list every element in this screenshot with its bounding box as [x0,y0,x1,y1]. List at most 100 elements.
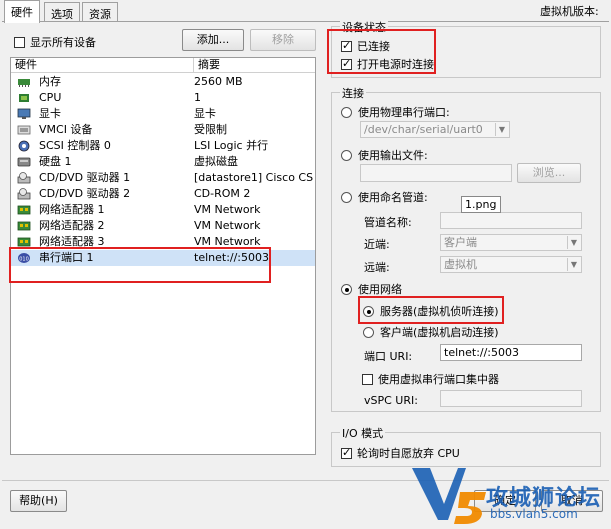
tab-resources[interactable]: 资源 [82,2,118,22]
vspc-uri-input[interactable] [440,390,582,407]
hardware-summary: 显卡 [194,107,216,120]
radio-circle[interactable] [341,150,352,161]
hardware-name: 网络适配器 2 [39,219,105,232]
nic-icon [17,220,31,232]
show-all-devices-label: 显示所有设备 [30,36,96,49]
pipe-name-label: 管道名称: [364,216,412,229]
hardware-name: SCSI 控制器 0 [39,139,111,152]
table-row[interactable]: 显卡 显卡 [11,106,315,122]
hardware-summary: 2560 MB [194,75,243,88]
hardware-summary: VM Network [194,219,261,232]
client-radio[interactable]: 客户端(虚拟机启动连接) [363,324,499,340]
pipe-name-input[interactable] [440,212,582,229]
hardware-name: CD/DVD 驱动器 1 [39,171,131,184]
radio-circle[interactable] [363,327,374,338]
chevron-down-icon[interactable]: ▼ [495,123,508,136]
hardware-name: 内存 [39,75,61,88]
remove-button[interactable]: 移除 [250,29,316,51]
cdrom-icon [17,188,31,200]
tooltip-1png: 1.png [461,196,501,213]
hardware-name: 显卡 [39,107,61,120]
far-end-value: 虚拟机 [444,258,477,271]
annotation-box-server [358,296,504,324]
output-file-input[interactable] [360,164,512,182]
cdrom-icon [17,172,31,184]
table-row[interactable]: CD/DVD 驱动器 1 [datastore1] Cisco CSR... [11,170,315,186]
disk-icon [17,156,31,168]
show-all-devices-checkbox[interactable]: 显示所有设备 [14,34,96,50]
hardware-name: 硬盘 1 [39,155,72,168]
tab-hardware[interactable]: 硬件 [4,0,40,23]
physical-port-value: /dev/char/serial/uart0 [364,123,483,136]
use-concentrator-checkbox[interactable]: 使用虚拟串行端口集中器 [362,371,499,387]
browse-button[interactable]: 浏览... [517,163,581,183]
network-radio[interactable]: 使用网络 [341,281,402,297]
hardware-summary: [datastore1] Cisco CSR... [194,171,314,184]
radio-circle[interactable] [341,107,352,118]
use-concentrator-label: 使用虚拟串行端口集中器 [378,373,499,386]
nic-icon [17,204,31,216]
hardware-summary: VM Network [194,203,261,216]
near-end-select[interactable]: 客户端 ▼ [440,234,582,251]
help-button[interactable]: 帮助(H) [10,490,67,512]
table-row[interactable]: SCSI 控制器 0 LSI Logic 并行 [11,138,315,154]
hardware-summary: 受限制 [194,123,227,136]
hardware-summary: 虚拟磁盘 [194,155,238,168]
near-end-label: 近端: [364,238,390,251]
display-icon [17,108,31,120]
output-file-label: 使用输出文件: [358,149,428,162]
yield-cpu-checkbox[interactable]: 轮询时自愿放弃 CPU [341,445,460,461]
hardware-summary: 1 [194,91,201,104]
memory-icon [17,76,31,88]
chevron-down-icon[interactable]: ▼ [567,258,580,271]
hardware-summary: LSI Logic 并行 [194,139,269,152]
table-row[interactable]: VMCI 设备 受限制 [11,122,315,138]
network-label: 使用网络 [358,283,402,296]
checkbox-box[interactable] [341,446,352,459]
table-row[interactable]: 网络适配器 2 VM Network [11,218,315,234]
table-row[interactable]: CD/DVD 驱动器 2 CD-ROM 2 [11,186,315,202]
radio-circle[interactable] [341,284,352,295]
output-file-radio[interactable]: 使用输出文件: [341,147,428,163]
port-uri-input[interactable]: telnet://:5003 [440,344,582,361]
physical-port-radio[interactable]: 使用物理串行端口: [341,104,450,120]
annotation-box-serial-port [9,247,271,283]
client-label: 客户端(虚拟机启动连接) [380,326,499,339]
tab-divider [2,21,609,22]
far-end-label: 远端: [364,261,390,274]
checkbox-box[interactable] [362,374,373,385]
near-end-value: 客户端 [444,236,477,249]
hardware-name: VMCI 设备 [39,123,93,136]
watermark-url: bbs.vlan5.com [490,507,578,521]
scsi-icon [17,140,31,152]
far-end-select[interactable]: 虚拟机 ▼ [440,256,582,273]
cpu-icon [17,92,31,104]
named-pipe-radio[interactable]: 使用命名管道: [341,189,428,205]
checkbox-box[interactable] [14,37,25,48]
connection-title: 连接 [340,85,366,101]
physical-port-select[interactable]: /dev/char/serial/uart0 ▼ [360,121,510,138]
hardware-name: CD/DVD 驱动器 2 [39,187,131,200]
hardware-list-header: 硬件 摘要 [11,58,315,73]
column-hardware[interactable]: 硬件 [11,58,194,73]
add-button[interactable]: 添加... [182,29,244,51]
table-row[interactable]: CPU 1 [11,90,315,106]
chevron-down-icon[interactable]: ▼ [567,236,580,249]
physical-port-label: 使用物理串行端口: [358,106,450,119]
tab-options[interactable]: 选项 [44,2,80,22]
table-row[interactable]: 网络适配器 1 VM Network [11,202,315,218]
watermark-logo: 攻城狮论坛 bbs.vlan5.com [408,462,608,527]
table-row[interactable]: 硬盘 1 虚拟磁盘 [11,154,315,170]
hardware-summary: CD-ROM 2 [194,187,251,200]
column-summary[interactable]: 摘要 [194,58,315,73]
v5-logo-icon [412,468,486,524]
table-row[interactable]: 内存 2560 MB [11,74,315,90]
vspc-uri-label: vSPC URI: [364,394,418,407]
vmci-icon [17,124,31,136]
io-mode-title: I/O 模式 [340,425,386,441]
radio-circle[interactable] [341,192,352,203]
named-pipe-label: 使用命名管道: [358,191,428,204]
hardware-name: 网络适配器 1 [39,203,105,216]
port-uri-label: 端口 URI: [364,350,413,363]
connection-group [331,92,601,412]
